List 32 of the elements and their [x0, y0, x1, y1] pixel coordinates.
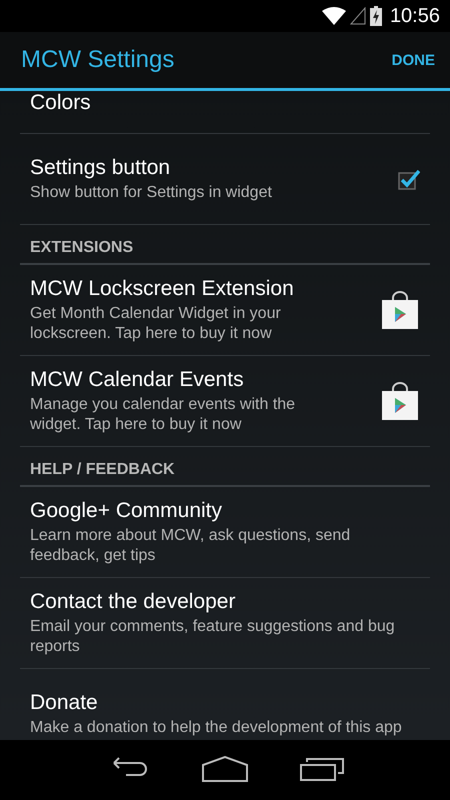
preference-item[interactable]: MCW Calendar Events Manage you calendar events with the widget. Tap here to buy it now — [20, 356, 430, 447]
preference-item[interactable]: Contact the developer Email your comments, feature suggestions and bug reports — [20, 578, 430, 669]
item-title: MCW Lockscreen Extension — [30, 276, 295, 300]
preference-item[interactable]: Settings button Show button for Settings in widget — [20, 134, 430, 225]
item-summary: Get Month Calendar Widget in your lockscreen. Tap here to buy it now — [30, 304, 282, 344]
preference-item[interactable]: MCW Lockscreen Extension Get Month Calendar Widget in your lockscreen. Tap here to buy it now — [20, 265, 430, 356]
battery-charging-icon — [370, 6, 382, 26]
section-header: HELP / FEEDBACK — [20, 447, 430, 487]
item-summary: Show button for Settings in widget — [30, 182, 273, 202]
item-title: Donate — [30, 690, 99, 714]
item-summary: Email your comments, feature suggestions and bug reports — [30, 616, 396, 656]
item-summary: Manage you calendar events with the widget. Tap here to buy it now — [30, 394, 296, 434]
item-title: Settings button — [30, 156, 172, 180]
checkbox[interactable] — [398, 168, 420, 190]
home-icon — [200, 756, 249, 782]
done-button[interactable]: DONE — [392, 46, 435, 74]
preference-item[interactable]: Google+ Community Learn more about MCW, ask questions, send feedback, get tips — [20, 487, 430, 578]
screen-title: MCW Settings — [21, 46, 174, 74]
section-header: EXTENSIONS — [20, 225, 430, 265]
preference-item[interactable]: Colors — [20, 91, 430, 134]
shopping-bag-icon — [380, 290, 420, 330]
wifi-icon — [322, 7, 346, 25]
recent-apps-icon — [300, 756, 344, 780]
signal-icon — [350, 7, 366, 25]
item-summary: Learn more about MCW, ask questions, send feedback, get tips — [30, 526, 352, 566]
item-summary: Make a donation to help the development of this app — [30, 718, 403, 738]
item-title: Contact the developer — [30, 590, 236, 614]
item-title: Google+ Community — [30, 498, 224, 522]
item-title: Colors — [30, 91, 92, 115]
item-title: MCW Calendar Events — [30, 368, 245, 392]
shopping-bag-icon — [380, 381, 420, 421]
clock-time: 10:56 — [390, 4, 440, 28]
